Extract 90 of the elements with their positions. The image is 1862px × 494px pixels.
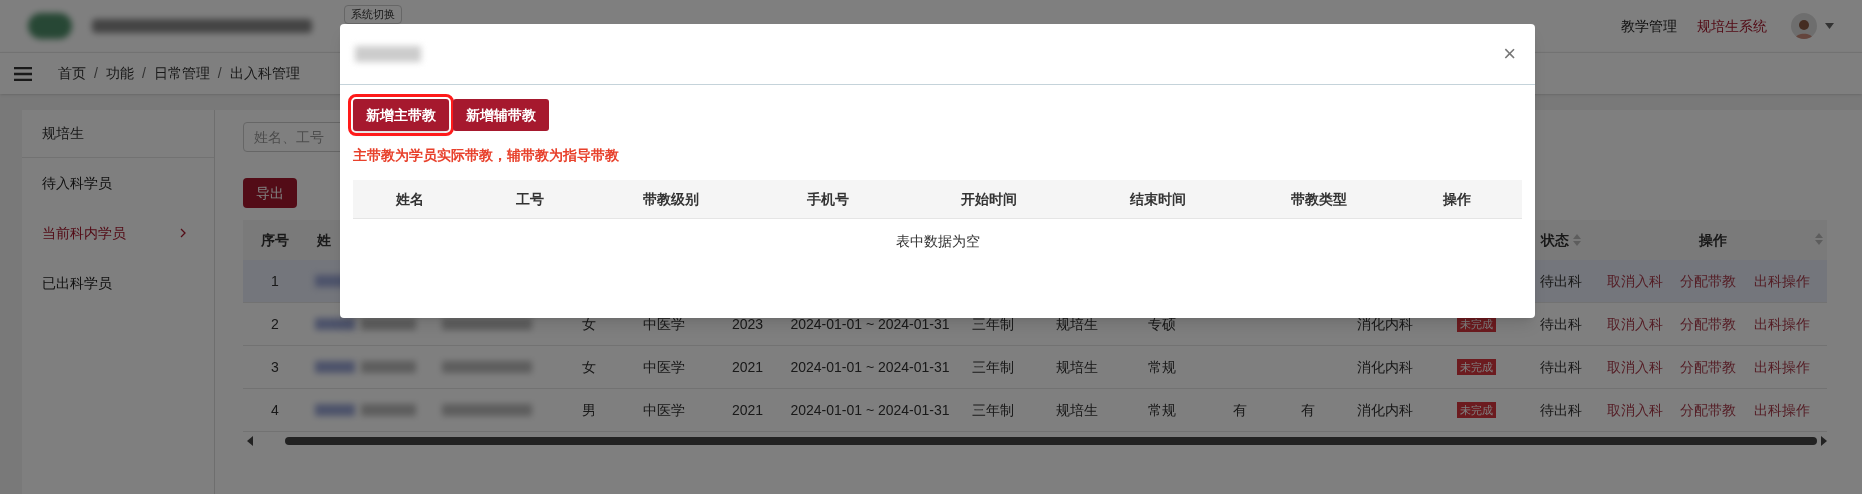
blurred-logo bbox=[28, 13, 72, 39]
table-cell-text: 男 bbox=[580, 400, 597, 420]
chevron-right-icon bbox=[180, 228, 186, 238]
breadcrumb-link[interactable]: 功能 bbox=[105, 63, 134, 84]
action-link[interactable]: 分配带教 bbox=[1680, 270, 1737, 292]
breadcrumb-link[interactable]: 日常管理 bbox=[153, 63, 210, 84]
column-header: 带教类型 bbox=[1290, 189, 1348, 209]
empty-text: 表中数据为空 bbox=[895, 232, 980, 251]
table-cell-text: 2 bbox=[270, 314, 280, 334]
sidebar-item[interactable]: 待入科学员 bbox=[22, 158, 214, 208]
blurred-name bbox=[361, 361, 416, 373]
action-link[interactable]: 出科操作 bbox=[1754, 270, 1811, 292]
table-cell-text: 2024-01-01 ~ 2024-01-31 bbox=[790, 314, 950, 334]
breadcrumb-link[interactable]: 首页 bbox=[58, 63, 86, 84]
blurred-name bbox=[361, 318, 416, 330]
column-header: 开始时间 bbox=[960, 189, 1018, 209]
column-header: 序号 bbox=[260, 230, 290, 250]
sidebar-item[interactable]: 当前科内学员 bbox=[22, 208, 214, 258]
column-header: 操作 bbox=[1698, 230, 1727, 250]
nav-link[interactable]: 教学管理 bbox=[1621, 15, 1677, 37]
status-badge: 未完成 bbox=[1457, 402, 1496, 418]
table-cell-text: 有 bbox=[1299, 400, 1316, 420]
column-header: 状态 bbox=[1540, 230, 1569, 250]
action-link[interactable]: 分配带教 bbox=[1680, 313, 1737, 335]
action-link[interactable]: 分配带教 bbox=[1680, 356, 1737, 378]
table-cell-text: 中医学 bbox=[641, 314, 686, 334]
table-cell-text: 2024-01-01 ~ 2024-01-31 bbox=[790, 357, 950, 377]
breadcrumb-link[interactable]: 出入科管理 bbox=[229, 63, 300, 84]
table-cell-text: 消化内科 bbox=[1356, 400, 1414, 420]
table-cell-text: 4 bbox=[270, 400, 280, 420]
table-cell-text: 待出科 bbox=[1538, 357, 1583, 377]
avatar[interactable] bbox=[1791, 13, 1817, 39]
action-link[interactable]: 出科操作 bbox=[1754, 313, 1811, 335]
nav-link[interactable]: 规培生系统 bbox=[1697, 15, 1767, 37]
column-header: 手机号 bbox=[806, 189, 850, 209]
table-cell-text: 中医学 bbox=[641, 357, 686, 377]
action-link[interactable]: 取消入科 bbox=[1606, 356, 1663, 378]
action-link[interactable]: 取消入科 bbox=[1606, 399, 1663, 421]
table-cell-text: 女 bbox=[580, 357, 597, 377]
column-header: 姓名 bbox=[395, 189, 425, 209]
table-cell-text: 消化内科 bbox=[1356, 314, 1414, 334]
table-cell-text: 待出科 bbox=[1538, 314, 1583, 334]
table-cell-text: 待出科 bbox=[1538, 271, 1583, 291]
action-link[interactable]: 出科操作 bbox=[1754, 356, 1811, 378]
action-link[interactable]: 分配带教 bbox=[1680, 399, 1737, 421]
close-button[interactable]: × bbox=[1503, 43, 1516, 65]
column-header: 带教级别 bbox=[642, 189, 700, 209]
action-link[interactable]: 出科操作 bbox=[1754, 399, 1811, 421]
table-cell-text: 三年制 bbox=[970, 357, 1015, 377]
menu-icon[interactable] bbox=[14, 66, 32, 81]
blurred-title bbox=[355, 46, 421, 62]
sidebar-item[interactable]: 已出科学员 bbox=[22, 258, 214, 308]
column-header: 姓 bbox=[316, 230, 332, 250]
column-header: 操作 bbox=[1441, 189, 1472, 209]
blurred-name bbox=[361, 404, 416, 416]
table-cell-text: 规培生 bbox=[1054, 314, 1099, 334]
table-cell-text: 规培生 bbox=[1054, 357, 1099, 377]
table-cell-text: 专硕 bbox=[1146, 314, 1177, 334]
table-cell-text: 1 bbox=[270, 271, 280, 291]
blurred-name bbox=[315, 318, 355, 330]
blurred-name bbox=[315, 361, 355, 373]
column-header: 结束时间 bbox=[1129, 189, 1187, 209]
column-header: 工号 bbox=[515, 189, 545, 209]
add-tutor-button[interactable]: 新增辅带教 bbox=[453, 99, 549, 131]
sidebar-title: 规培生 bbox=[22, 110, 214, 158]
table-cell-text: 待出科 bbox=[1538, 400, 1583, 420]
table-cell-text: 2021 bbox=[730, 357, 765, 377]
export-button[interactable]: 导出 bbox=[243, 178, 297, 208]
action-link[interactable]: 取消入科 bbox=[1606, 270, 1663, 292]
table-cell-text: 常规 bbox=[1146, 400, 1177, 420]
breadcrumb-separator: / bbox=[94, 64, 98, 83]
table-cell-text: 常规 bbox=[1146, 357, 1177, 377]
blurred-name bbox=[315, 404, 355, 416]
action-link[interactable]: 取消入科 bbox=[1606, 313, 1663, 335]
table-cell-text: 三年制 bbox=[970, 314, 1015, 334]
table-cell-text: 三年制 bbox=[970, 400, 1015, 420]
table-cell-text: 女 bbox=[580, 314, 597, 334]
status-badge: 未完成 bbox=[1457, 359, 1496, 375]
table-cell-text: 3 bbox=[270, 357, 280, 377]
breadcrumb-separator: / bbox=[141, 64, 146, 83]
table-cell-text: 规培生 bbox=[1054, 400, 1099, 420]
table-cell-text: 中医学 bbox=[641, 400, 686, 420]
table-cell-text: 消化内科 bbox=[1356, 357, 1414, 377]
table-cell-text: 2023 bbox=[730, 314, 765, 334]
breadcrumb-separator: / bbox=[217, 64, 222, 83]
table-cell-text: 2024-01-01 ~ 2024-01-31 bbox=[790, 400, 950, 420]
caret-icon[interactable] bbox=[1825, 23, 1834, 29]
note-text: 主带教为学员实际带教，辅带教为指导带教 bbox=[353, 146, 620, 165]
table-cell-text: 2021 bbox=[730, 400, 765, 420]
table-cell-text: 有 bbox=[1232, 400, 1248, 420]
